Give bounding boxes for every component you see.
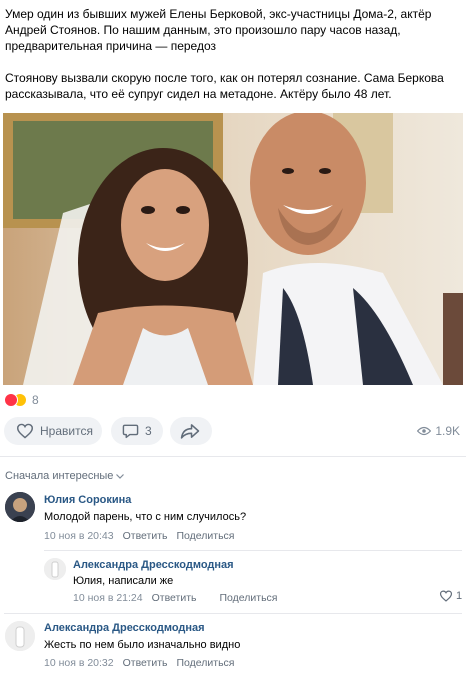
post-paragraph: Стоянову вызвали скорую после того, как …: [5, 71, 444, 101]
comment-date[interactable]: 10 ноя в 20:32: [44, 657, 114, 669]
comment-button[interactable]: 3: [111, 417, 163, 445]
comment-meta: 10 ноя в 20:32 Ответить Поделиться: [44, 657, 243, 669]
avatar-image: [5, 621, 35, 651]
comments-count: 3: [145, 424, 152, 438]
divider: [0, 456, 466, 457]
reply-link[interactable]: Ответить: [123, 657, 168, 669]
comment-date[interactable]: 10 ноя в 20:43: [44, 530, 114, 542]
comment-author[interactable]: Александра Дресскодмодная: [73, 559, 234, 571]
comment-meta: 10 ноя в 21:24 Ответить Поделиться: [73, 592, 286, 604]
like-label: Нравится: [40, 424, 93, 438]
comment-like-button[interactable]: 1: [439, 590, 462, 602]
share-link[interactable]: Поделиться: [220, 592, 278, 604]
comment-author[interactable]: Александра Дресскодмодная: [44, 622, 205, 634]
comment-divider: [4, 613, 462, 614]
post-paragraph: Умер один из бывших мужей Елены Берковой…: [5, 7, 432, 53]
share-button[interactable]: [170, 417, 212, 445]
heart-icon: [16, 423, 34, 439]
like-button[interactable]: Нравится: [4, 417, 102, 445]
share-link[interactable]: Поделиться: [177, 657, 235, 669]
wedding-photo-illustration: [3, 113, 463, 385]
comment-divider: [44, 550, 462, 551]
comment-text: Юлия, написали же: [73, 575, 174, 587]
chevron-down-icon: [116, 473, 125, 479]
comment-date[interactable]: 10 ноя в 21:24: [73, 592, 143, 604]
reply-link[interactable]: Ответить: [123, 530, 168, 542]
comment-like-count: 1: [456, 590, 463, 602]
post-photo[interactable]: [3, 113, 463, 385]
avatar[interactable]: [5, 621, 35, 651]
comment-text: Жесть по нем было изначально видно: [44, 639, 241, 651]
comment-icon: [122, 424, 139, 439]
post-text: Умер один из бывших мужей Елены Берковой…: [5, 6, 457, 118]
avatar-image: [44, 558, 66, 580]
avatar-image: [5, 492, 35, 522]
reactions-summary[interactable]: 8: [4, 392, 39, 408]
comment-meta: 10 ноя в 20:43 Ответить Поделиться: [44, 530, 243, 542]
comment-text: Молодой парень, что с ним случилось?: [44, 511, 247, 523]
reactions-count: 8: [32, 393, 39, 407]
views-count: 1.9K: [435, 424, 460, 438]
sort-label: Сначала интересные: [5, 470, 114, 482]
avatar[interactable]: [5, 492, 35, 522]
eye-icon: [417, 426, 432, 436]
comment-author[interactable]: Юлия Сорокина: [44, 494, 131, 506]
heart-reaction-icon: [4, 393, 18, 407]
avatar[interactable]: [44, 558, 66, 580]
share-link[interactable]: Поделиться: [177, 530, 235, 542]
comments-sort-dropdown[interactable]: Сначала интересные: [5, 470, 125, 482]
share-icon: [180, 424, 200, 439]
reply-link[interactable]: Ответить: [152, 592, 197, 604]
heart-icon: [439, 590, 453, 602]
views-counter: 1.9K: [417, 424, 460, 438]
